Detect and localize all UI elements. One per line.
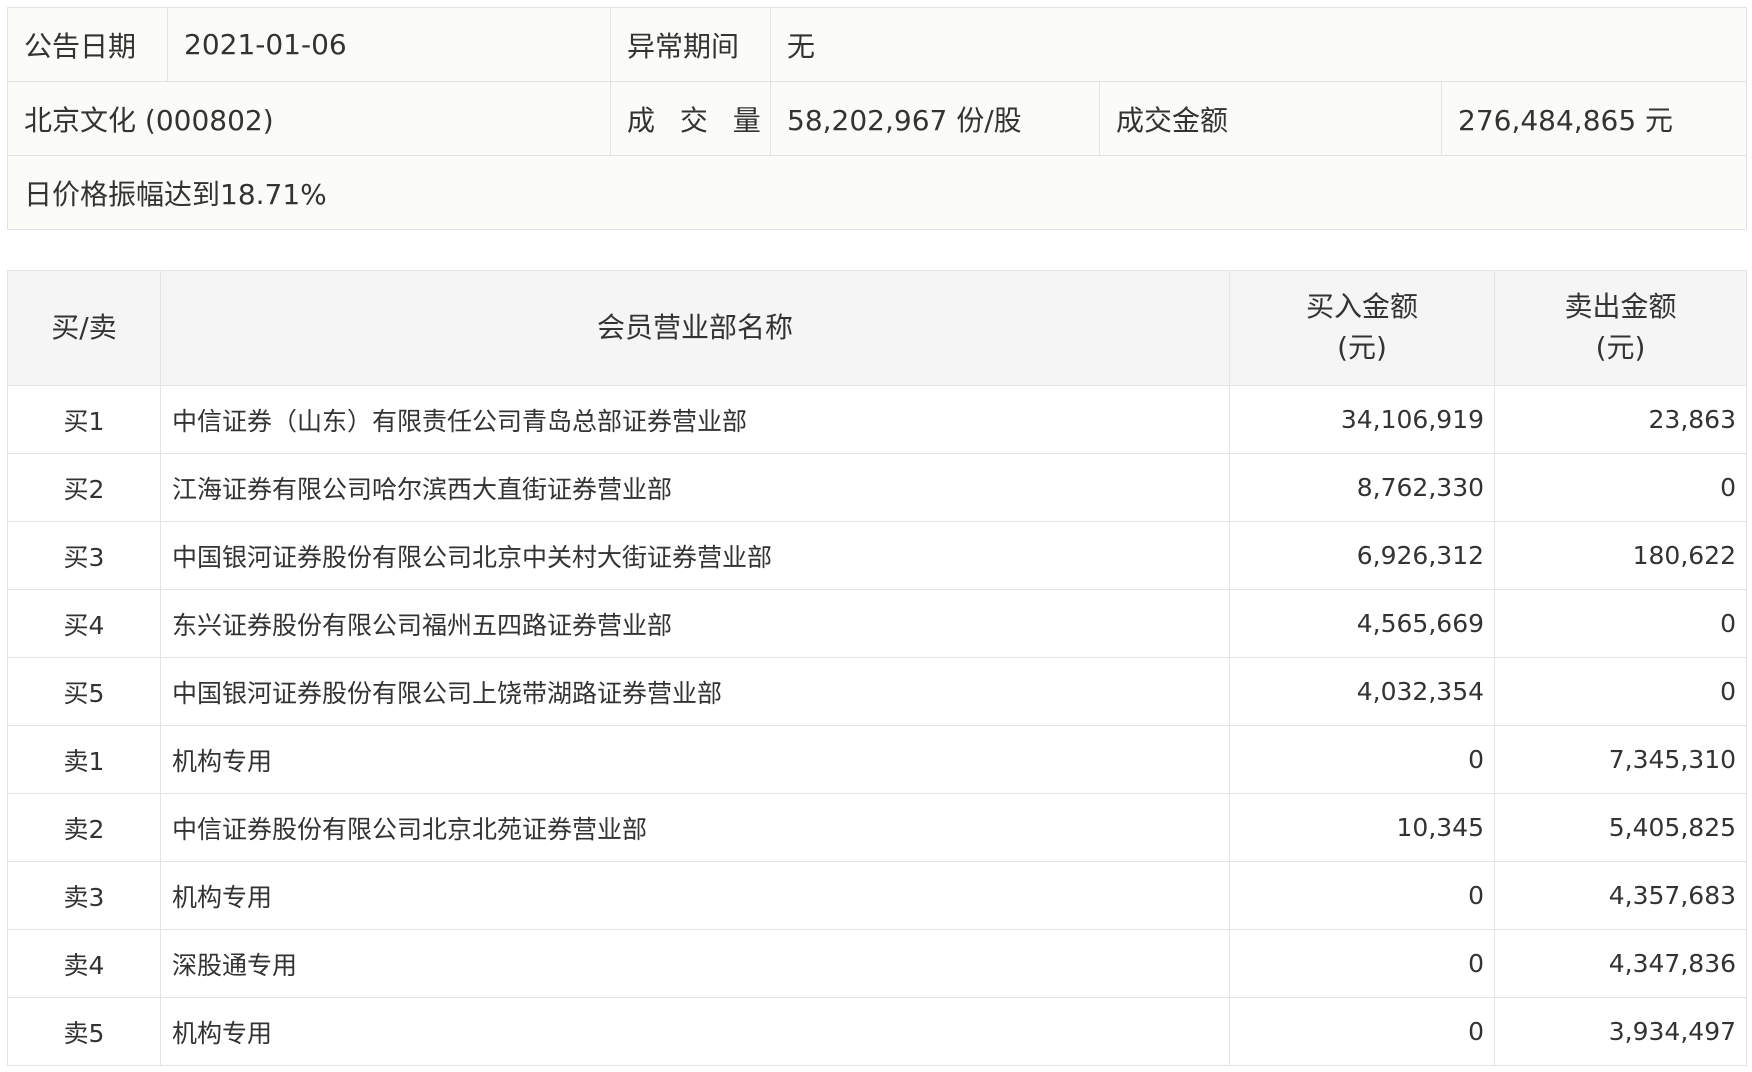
rank-cell: 卖1 bbox=[7, 725, 161, 794]
sell-amount-cell: 4,357,683 bbox=[1494, 861, 1747, 930]
table-row: 卖3 机构专用 0 4,357,683 bbox=[7, 861, 1747, 930]
table-header-row: 买/卖 会员营业部名称 买入金额 (元) 卖出金额 (元) bbox=[7, 270, 1747, 386]
rank-cell: 买3 bbox=[7, 521, 161, 590]
rank-cell: 买4 bbox=[7, 589, 161, 658]
buy-amount-cell: 8,762,330 bbox=[1229, 453, 1495, 522]
member-name-cell: 机构专用 bbox=[160, 725, 1230, 794]
sell-amount-cell: 3,934,497 bbox=[1494, 997, 1747, 1066]
table-body: 买1 中信证券（山东）有限责任公司青岛总部证券营业部 34,106,919 23,86… bbox=[7, 385, 1747, 1066]
header-buy-amount-title: 买入金额 bbox=[1305, 290, 1418, 324]
abnormal-period-label: 异常期间 bbox=[610, 7, 771, 82]
header-member: 会员营业部名称 bbox=[160, 270, 1230, 386]
rank-cell: 卖3 bbox=[7, 861, 161, 930]
table-row: 买1 中信证券（山东）有限责任公司青岛总部证券营业部 34,106,919 23,86… bbox=[7, 385, 1747, 454]
header-buy-amount-unit: (元) bbox=[1337, 331, 1387, 364]
header-side: 买/卖 bbox=[7, 270, 161, 386]
reason-text: 日价格振幅达到18.71% bbox=[6, 155, 1748, 230]
amount-value: 276,484,865 元 bbox=[1440, 81, 1748, 156]
buy-amount-cell: 34,106,919 bbox=[1229, 385, 1495, 454]
member-name-cell: 深股通专用 bbox=[160, 929, 1230, 998]
buy-amount-cell: 6,926,312 bbox=[1229, 521, 1495, 590]
member-name-cell: 江海证券有限公司哈尔滨西大直街证券营业部 bbox=[160, 453, 1230, 522]
sell-amount-cell: 5,405,825 bbox=[1494, 793, 1747, 862]
announce-date-label: 公告日期 bbox=[7, 7, 168, 82]
member-name-cell: 中国银河证券股份有限公司上饶带湖路证券营业部 bbox=[160, 657, 1230, 726]
buy-amount-cell: 0 bbox=[1229, 725, 1495, 794]
rank-cell: 买2 bbox=[7, 453, 161, 522]
member-name-cell: 中信证券股份有限公司北京北苑证券营业部 bbox=[160, 793, 1230, 862]
header-buy-amount: 买入金额 (元) bbox=[1229, 270, 1495, 386]
buy-amount-cell: 4,032,354 bbox=[1229, 657, 1495, 726]
buy-amount-cell: 0 bbox=[1229, 929, 1495, 998]
table-row: 买4 东兴证券股份有限公司福州五四路证券营业部 4,565,669 0 bbox=[7, 589, 1747, 658]
summary-row-date: 公告日期 2021-01-06 异常期间 无 bbox=[7, 7, 1748, 82]
sell-amount-cell: 0 bbox=[1494, 589, 1747, 658]
rank-cell: 买5 bbox=[7, 657, 161, 726]
header-sell-amount-title: 卖出金额 bbox=[1564, 290, 1677, 324]
table-row: 买2 江海证券有限公司哈尔滨西大直街证券营业部 8,762,330 0 bbox=[7, 453, 1747, 522]
buy-amount-cell: 0 bbox=[1229, 997, 1495, 1066]
member-name-cell: 中信证券（山东）有限责任公司青岛总部证券营业部 bbox=[160, 385, 1230, 454]
member-name-cell: 东兴证券股份有限公司福州五四路证券营业部 bbox=[160, 589, 1230, 658]
header-sell-amount-unit: (元) bbox=[1595, 331, 1646, 364]
table-row: 卖1 机构专用 0 7,345,310 bbox=[7, 725, 1747, 794]
member-name-cell: 机构专用 bbox=[160, 861, 1230, 930]
member-name-cell: 中国银河证券股份有限公司北京中关村大街证券营业部 bbox=[160, 521, 1230, 590]
table-row: 卖2 中信证券股份有限公司北京北苑证券营业部 10,345 5,405,825 bbox=[7, 793, 1747, 862]
member-name-cell: 机构专用 bbox=[160, 997, 1230, 1066]
abnormal-period-value: 无 bbox=[769, 7, 1748, 82]
sell-amount-cell: 4,347,836 bbox=[1494, 929, 1747, 998]
rank-cell: 卖4 bbox=[7, 929, 161, 998]
announce-date-value: 2021-01-06 bbox=[167, 7, 611, 82]
amount-label: 成交金额 bbox=[1099, 81, 1442, 156]
sell-amount-cell: 7,345,310 bbox=[1494, 725, 1747, 794]
rank-cell: 卖5 bbox=[7, 997, 161, 1066]
buy-amount-cell: 4,565,669 bbox=[1229, 589, 1495, 658]
volume-label: 成 交 量 bbox=[610, 81, 771, 156]
sell-amount-cell: 0 bbox=[1494, 657, 1747, 726]
sell-amount-cell: 23,863 bbox=[1494, 385, 1747, 454]
summary-table: 公告日期 2021-01-06 异常期间 无 北京文化 (000802) 成 交… bbox=[6, 7, 1748, 230]
sell-amount-cell: 0 bbox=[1494, 453, 1747, 522]
table-row: 买3 中国银河证券股份有限公司北京中关村大街证券营业部 6,926,312 180,6… bbox=[7, 521, 1747, 590]
summary-row-trade: 北京文化 (000802) 成 交 量 58,202,967 份/股 成交金额 … bbox=[7, 81, 1748, 156]
stock-name: 北京文化 (000802) bbox=[7, 81, 611, 156]
table-row: 卖5 机构专用 0 3,934,497 bbox=[7, 997, 1747, 1066]
buy-amount-cell: 10,345 bbox=[1229, 793, 1495, 862]
table-row: 买5 中国银河证券股份有限公司上饶带湖路证券营业部 4,032,354 0 bbox=[7, 657, 1747, 726]
sell-amount-cell: 180,622 bbox=[1494, 521, 1747, 590]
volume-value: 58,202,967 份/股 bbox=[770, 81, 1100, 156]
rank-cell: 卖2 bbox=[7, 793, 161, 862]
trading-detail-table: 买/卖 会员营业部名称 买入金额 (元) 卖出金额 (元) 买1 中信证券（山东）… bbox=[7, 270, 1747, 1066]
header-sell-amount: 卖出金额 (元) bbox=[1494, 270, 1747, 386]
summary-row-reason: 日价格振幅达到18.71% bbox=[6, 155, 1748, 230]
rank-cell: 买1 bbox=[7, 385, 161, 454]
table-row: 卖4 深股通专用 0 4,347,836 bbox=[7, 929, 1747, 998]
buy-amount-cell: 0 bbox=[1229, 861, 1495, 930]
